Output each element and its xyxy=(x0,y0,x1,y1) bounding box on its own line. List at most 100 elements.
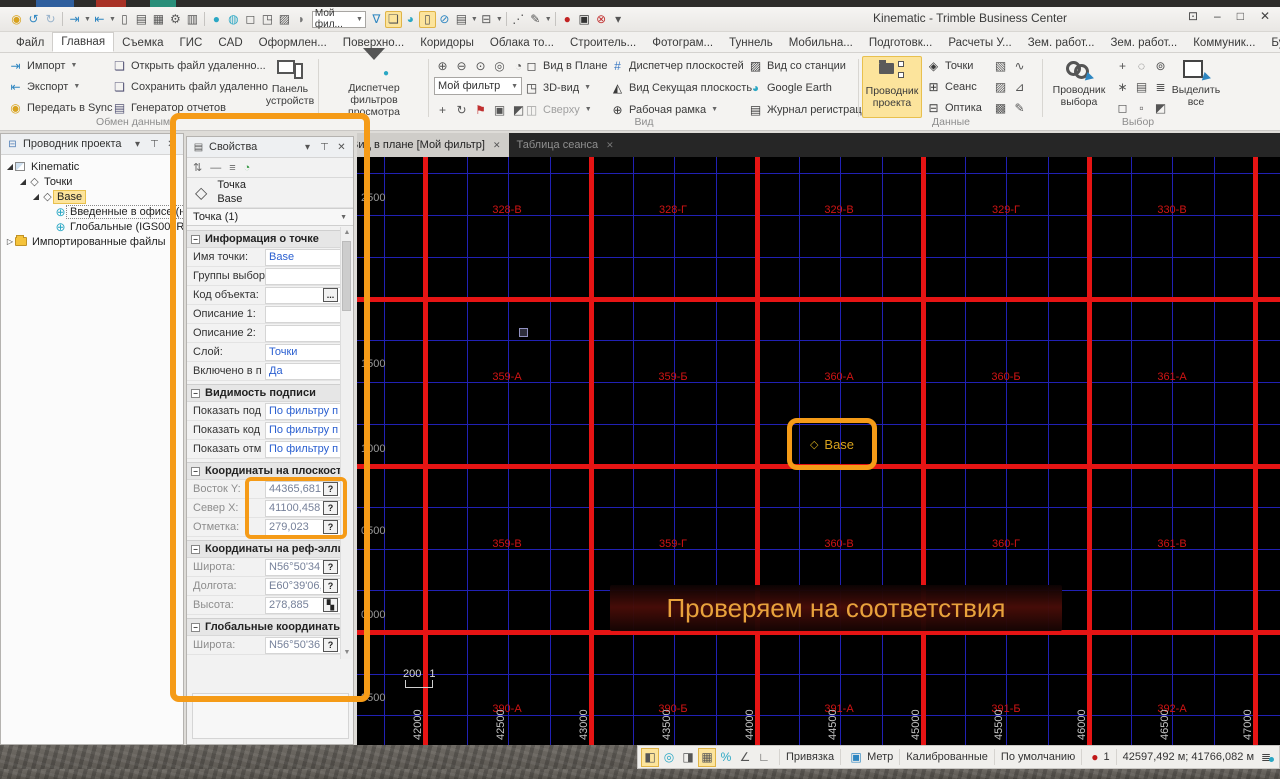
qat-menu-icon[interactable]: ▾ xyxy=(610,11,627,28)
comment-icon[interactable]: ◗ xyxy=(293,11,310,28)
property-value[interactable]: Точки xyxy=(265,343,342,361)
maximize-icon[interactable]: □ xyxy=(1237,9,1244,23)
plane-manager-button[interactable]: # Диспетчер плоскостей xyxy=(610,55,744,76)
zoom-in-icon[interactable]: ⊕ xyxy=(434,57,451,74)
import-icon[interactable]: ⇥ xyxy=(66,11,83,28)
open-remote-file-button[interactable]: ❏ Открыть файл удаленно... xyxy=(112,55,268,76)
save-remote-file-button[interactable]: ❏ Сохранить файл удаленно xyxy=(112,76,268,97)
draw-icon[interactable]: ✎ xyxy=(527,11,544,28)
snap-toggle-icon[interactable]: ◧ xyxy=(641,747,659,767)
points-button[interactable]: ◈ Точки xyxy=(926,55,982,76)
scrollbar-thumb[interactable] xyxy=(342,241,351,311)
ribbon-tab[interactable]: Файл xyxy=(8,34,52,52)
section-header[interactable]: − Информация о точке xyxy=(187,230,342,248)
angle-tool-icon[interactable]: ⊿ xyxy=(1011,78,1028,95)
session-button[interactable]: ⊞ Сеанс xyxy=(926,76,982,97)
pen-circle-icon[interactable]: ⊘ xyxy=(436,11,453,28)
plan-view-button[interactable]: ◻ Вид в Плане xyxy=(524,55,608,76)
help-button[interactable]: ? xyxy=(323,638,338,652)
select-box-icon[interactable]: ◻ xyxy=(1114,99,1131,116)
filter-copy-icon[interactable]: ❏ xyxy=(384,10,402,28)
ribbon-tab[interactable]: Бурение, и... xyxy=(1263,34,1280,52)
view-filter-manager-button[interactable]: ● Диспетчер фильтров просмотра xyxy=(324,48,424,118)
ribbon-tab[interactable]: Коммуник... xyxy=(1185,34,1263,52)
browse-button[interactable]: ... xyxy=(323,288,338,302)
view-filter-combo[interactable]: Мой фильтр ▼ xyxy=(434,77,522,95)
report-generator-button[interactable]: ▤ Генератор отчетов xyxy=(112,97,268,118)
ribbon-tab[interactable]: Мобильна... xyxy=(781,34,861,52)
select-poly-icon[interactable]: ▫ xyxy=(1133,99,1150,116)
session-tool-icon[interactable]: ▨ xyxy=(992,78,1009,95)
ribbon-tab[interactable]: Строитель... xyxy=(562,34,644,52)
grid-toggle-icon[interactable]: ▦ xyxy=(698,747,716,767)
undo-icon[interactable]: ↺ xyxy=(25,11,42,28)
close-icon[interactable]: ✕ xyxy=(165,139,178,150)
doc-highlight-icon[interactable]: ▯ xyxy=(418,10,436,28)
ribbon-tab[interactable]: Коридоры xyxy=(412,34,482,52)
doc-menu-icon[interactable]: ▤ xyxy=(453,11,470,28)
ribbon-tab[interactable]: ГИС xyxy=(172,34,211,52)
help-button[interactable]: ? xyxy=(323,482,338,496)
tree-item[interactable]: ◢ ◇ Base xyxy=(1,189,183,204)
share-icon[interactable]: ◉ xyxy=(8,11,25,28)
close-icon[interactable]: ✕ xyxy=(1260,9,1270,23)
pie-icon[interactable]: ◔ xyxy=(244,162,251,174)
base-point-label[interactable]: Base xyxy=(824,437,854,452)
section-header[interactable]: − Координаты на плоскости xyxy=(187,462,342,480)
print-icon[interactable]: ⊟ xyxy=(478,11,495,28)
stop-icon[interactable]: ⊗ xyxy=(593,11,610,28)
globe-icon[interactable]: ◍ xyxy=(225,11,242,28)
pin-icon[interactable]: ⊤ xyxy=(148,139,161,150)
collapse-icon[interactable]: − xyxy=(191,388,200,398)
calibration-label[interactable]: Калиброванные xyxy=(906,751,988,763)
optics-button[interactable]: ⊟ Оптика xyxy=(926,97,981,118)
gear-icon[interactable]: ⚙ xyxy=(167,11,184,28)
data-sphere-icon[interactable]: ◕ xyxy=(402,11,419,28)
section-header[interactable]: − Видимость подписи xyxy=(187,384,342,402)
ribbon-tab[interactable]: Расчеты У... xyxy=(940,34,1019,52)
object-snap-icon[interactable]: ◎ xyxy=(660,748,678,767)
object-type-selector[interactable]: Точка (1) ▼ xyxy=(187,208,353,226)
zoom-out-icon[interactable]: ⊖ xyxy=(453,57,470,74)
edit-tool-icon[interactable]: ✎ xyxy=(1011,99,1028,116)
ribbon-tab[interactable]: Фотограм... xyxy=(644,34,721,52)
new-project-icon[interactable]: ▯ xyxy=(116,11,133,28)
tree-expander-icon[interactable]: ◢ xyxy=(5,162,15,171)
view-3d-button[interactable]: ◳ 3D-вид ▼ xyxy=(524,77,591,98)
tree-expander-icon[interactable]: ◢ xyxy=(31,192,41,201)
collapse-icon[interactable]: − xyxy=(191,466,200,476)
select-circle-icon[interactable]: ◌ xyxy=(1133,57,1150,74)
image-icon[interactable]: ▨ xyxy=(276,11,293,28)
status-menu-icon[interactable]: ≣ xyxy=(1256,750,1276,764)
device-panel-button[interactable]: Панель устройств xyxy=(264,56,316,118)
scroll-down-icon[interactable]: ▼ xyxy=(341,647,353,659)
wave-tool-icon[interactable]: ∿ xyxy=(1011,57,1028,74)
select-star-icon[interactable]: ∗ xyxy=(1114,78,1131,95)
view-tab[interactable]: Таблица сеанса ✕ xyxy=(509,133,622,157)
select-all-button[interactable]: Выделить все xyxy=(1164,56,1228,118)
ribbon-tab[interactable]: CAD xyxy=(210,34,250,52)
property-value[interactable] xyxy=(265,267,342,285)
selection-explorer-button[interactable]: Проводник выбора xyxy=(1048,56,1110,118)
optics-tool-icon[interactable]: ▩ xyxy=(992,99,1009,116)
ribbon-tab[interactable]: Облака то... xyxy=(482,34,562,52)
ribbon-tab[interactable]: Зем. работ... xyxy=(1020,34,1103,52)
grid-button[interactable]: ▚ xyxy=(323,598,338,612)
property-value[interactable] xyxy=(265,324,342,342)
measure-icon[interactable]: ⋰ xyxy=(510,11,527,28)
tree-item[interactable]: ◢ Kinematic xyxy=(1,159,183,174)
plan-window-icon[interactable]: ◻ xyxy=(242,11,259,28)
send-to-sync-button[interactable]: ◉ Передать в Sync xyxy=(8,97,112,118)
minimize-icon[interactable]: – xyxy=(1214,9,1221,23)
property-value[interactable] xyxy=(265,305,342,323)
scale-snap-icon[interactable]: % xyxy=(717,748,735,767)
open-project-icon[interactable]: ▤ xyxy=(133,11,150,28)
select-mode-icon[interactable]: ≡ xyxy=(229,162,235,174)
tree-expander-icon[interactable]: ◢ xyxy=(18,177,28,186)
defaults-label[interactable]: По умолчанию xyxy=(1001,751,1075,763)
import-button[interactable]: ⇥ Импорт ▼ xyxy=(8,55,113,76)
collapse-icon[interactable]: − xyxy=(191,622,200,632)
scroll-up-icon[interactable]: ▲ xyxy=(341,227,353,239)
background-toggle-icon[interactable]: ◨ xyxy=(679,748,697,767)
tree-expander-icon[interactable]: ▷ xyxy=(5,237,15,246)
